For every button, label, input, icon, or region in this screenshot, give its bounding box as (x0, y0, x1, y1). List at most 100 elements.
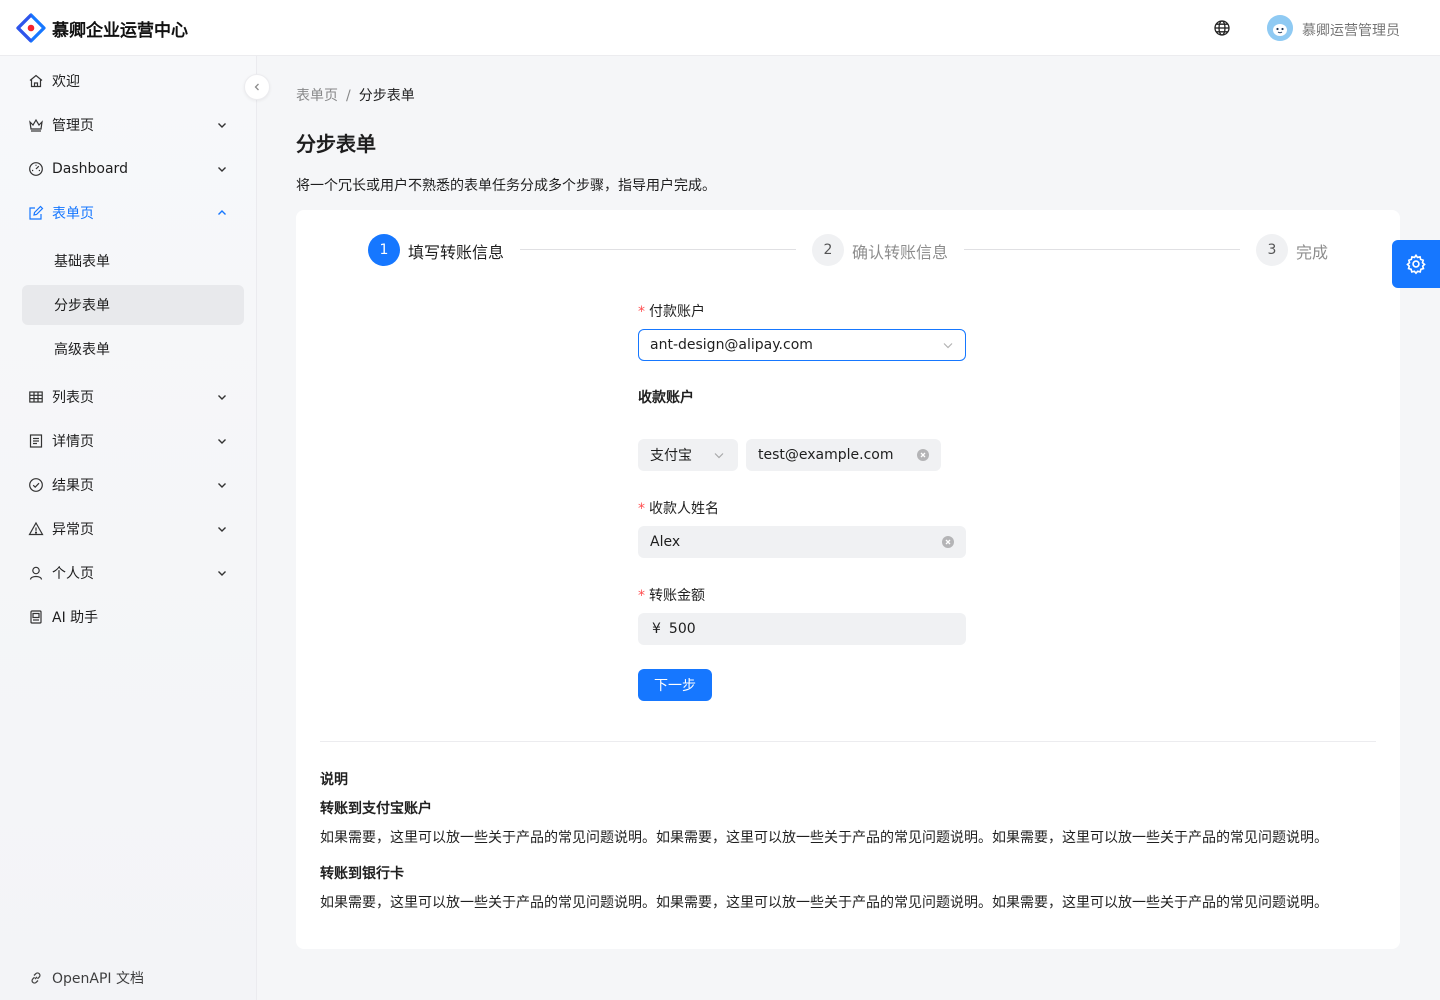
chevron-down-icon (216, 391, 228, 403)
step-2-number: 2 (812, 234, 844, 266)
sidebar-item-label: 详情页 (52, 434, 94, 450)
chevron-down-icon (216, 163, 228, 175)
openapi-docs-label: OpenAPI 文档 (52, 971, 144, 987)
logo-icon[interactable] (16, 13, 46, 43)
breadcrumb-parent[interactable]: 表单页 (296, 88, 338, 104)
step-connector-2 (964, 249, 1240, 250)
form-icon (28, 205, 44, 221)
step-form-card: 1 填写转账信息 2 确认转账信息 3 完成 * 付款账户 ant-design@… (296, 210, 1400, 949)
sidebar-item-list[interactable]: 列表页 (22, 377, 244, 417)
sidebar-item-label: 个人页 (52, 566, 94, 582)
settings-drawer-button[interactable] (1392, 240, 1440, 288)
chevron-down-icon (216, 119, 228, 131)
receive-account-value: test@example.com (758, 447, 894, 463)
receive-account-input[interactable]: test@example.com (746, 439, 941, 471)
sidebar-item-label: 结果页 (52, 478, 94, 494)
step-2-title: 确认转账信息 (852, 243, 949, 262)
breadcrumb: 表单页 / 分步表单 (296, 85, 415, 105)
receiver-name-value: Alex (650, 534, 681, 550)
breadcrumb-current: 分步表单 (358, 88, 415, 104)
sidebar-item-dashboard[interactable]: Dashboard (22, 149, 244, 189)
warning-icon (28, 521, 44, 537)
sidebar-subitem-step-form[interactable]: 分步表单 (22, 285, 244, 325)
pay-account-label-text: 付款账户 (649, 304, 705, 320)
chevron-down-icon (216, 479, 228, 491)
receiver-name-label-text: 收款人姓名 (649, 501, 719, 517)
profile-icon (28, 433, 44, 449)
chevron-left-icon (252, 82, 262, 92)
notes-text-bank: 如果需要，这里可以放一些关于产品的常见问题说明。如果需要，这里可以放一些关于产品… (320, 895, 1328, 911)
home-icon (28, 73, 44, 89)
sidebar-subitem-label: 分步表单 (54, 298, 110, 314)
chevron-down-icon (216, 567, 228, 579)
notes-heading-alipay: 转账到支付宝账户 (320, 801, 432, 817)
user-name[interactable]: 慕卿运营管理员 (1302, 20, 1400, 40)
sidebar-collapse-button[interactable] (244, 74, 270, 100)
sidebar-subitem-advanced-form[interactable]: 高级表单 (22, 329, 244, 369)
sidebar-item-label: 异常页 (52, 522, 94, 538)
robot-icon (28, 609, 44, 625)
required-mark: * (638, 501, 645, 517)
page-title: 分步表单 (296, 132, 376, 156)
receive-account-label: 收款账户 (638, 390, 694, 406)
openapi-docs-link[interactable]: OpenAPI 文档 (28, 968, 144, 988)
user-icon (28, 565, 44, 581)
sidebar-item-label: 列表页 (52, 390, 94, 406)
divider (320, 741, 1376, 742)
gear-icon (1405, 253, 1427, 275)
app-title[interactable]: 慕卿企业运营中心 (52, 16, 188, 41)
receive-type-value: 支付宝 (650, 448, 692, 464)
page-description: 将一个冗长或用户不熟悉的表单任务分成多个步骤，指导用户完成。 (296, 178, 716, 194)
link-icon (28, 970, 44, 986)
crown-icon (28, 117, 44, 133)
sidebar-item-label: 管理页 (52, 118, 94, 134)
sidebar-item-account[interactable]: 个人页 (22, 553, 244, 593)
notes-title: 说明 (320, 772, 348, 788)
chevron-down-icon (942, 339, 954, 351)
notes-text-alipay: 如果需要，这里可以放一些关于产品的常见问题说明。如果需要，这里可以放一些关于产品… (320, 830, 1328, 846)
sidebar-item-ai-assistant[interactable]: AI 助手 (22, 597, 244, 637)
sidebar-subitem-basic-form[interactable]: 基础表单 (22, 241, 244, 281)
step-3-number: 3 (1256, 234, 1288, 266)
pay-account-label: * 付款账户 (638, 301, 705, 321)
table-icon (28, 389, 44, 405)
sidebar-item-label: Dashboard (52, 161, 128, 177)
next-step-button[interactable]: 下一步 (638, 669, 712, 701)
amount-input[interactable]: ¥ 500 (638, 613, 966, 645)
receiver-name-input[interactable]: Alex (638, 526, 966, 558)
check-circle-icon (28, 477, 44, 493)
sidebar-item-admin[interactable]: 管理页 (22, 105, 244, 145)
clear-icon[interactable] (917, 449, 929, 461)
user-avatar[interactable] (1267, 15, 1293, 41)
notes-heading-bank: 转账到银行卡 (320, 866, 404, 882)
step-1-title: 填写转账信息 (408, 243, 505, 262)
clear-icon[interactable] (942, 536, 954, 548)
sidebar-item-label: 欢迎 (52, 74, 80, 90)
sidebar-item-result[interactable]: 结果页 (22, 465, 244, 505)
sidebar-item-form[interactable]: 表单页 (22, 193, 244, 233)
sidebar-item-welcome[interactable]: 欢迎 (22, 61, 244, 101)
step-1-number: 1 (368, 234, 400, 266)
language-globe-icon[interactable] (1213, 19, 1231, 37)
chevron-down-icon (216, 435, 228, 447)
receive-type-select[interactable]: 支付宝 (638, 439, 738, 471)
required-mark: * (638, 588, 645, 604)
sidebar-item-label: AI 助手 (52, 610, 99, 626)
chevron-up-icon (216, 207, 228, 219)
sidebar-item-exception[interactable]: 异常页 (22, 509, 244, 549)
chevron-down-icon (216, 523, 228, 535)
sidebar-item-label: 表单页 (52, 206, 94, 222)
sidebar-subitem-label: 基础表单 (54, 254, 110, 270)
pay-account-value: ant-design@alipay.com (650, 337, 813, 353)
currency-prefix: ¥ (652, 621, 661, 637)
sidebar-item-profile[interactable]: 详情页 (22, 421, 244, 461)
amount-label-text: 转账金额 (649, 588, 705, 604)
top-header: 慕卿企业运营中心 慕卿运营管理员 (0, 0, 1440, 56)
dashboard-icon (28, 161, 44, 177)
chevron-down-icon (713, 449, 725, 461)
sidebar-subitem-label: 高级表单 (54, 342, 110, 358)
breadcrumb-separator: / (346, 88, 351, 104)
step-connector-1 (520, 249, 796, 250)
amount-label: * 转账金额 (638, 585, 705, 605)
pay-account-select[interactable]: ant-design@alipay.com (638, 329, 966, 361)
